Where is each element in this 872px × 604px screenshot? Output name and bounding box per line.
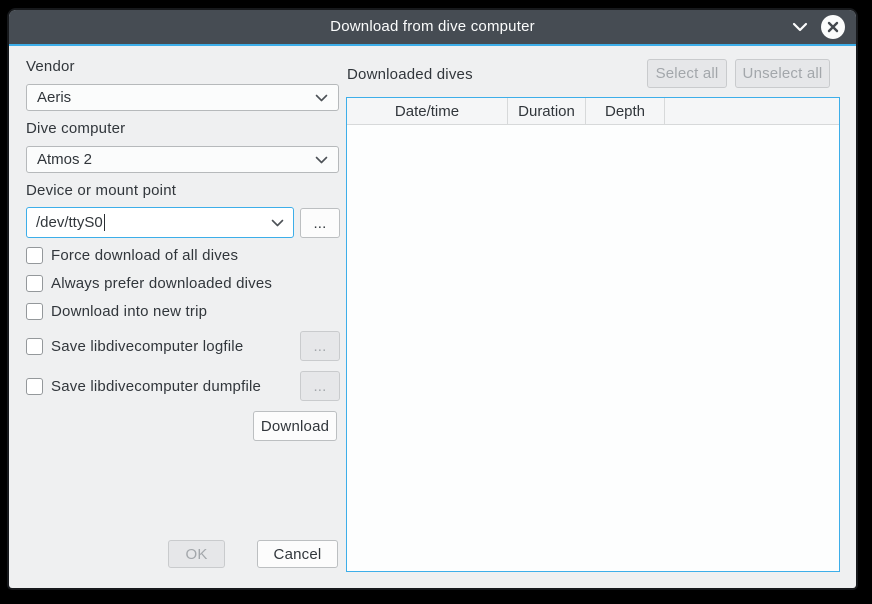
download-button[interactable]: Download [253, 411, 337, 441]
dive-computer-label: Dive computer [26, 120, 125, 137]
vendor-select[interactable]: Aeris [26, 84, 339, 111]
vendor-label: Vendor [26, 58, 75, 75]
unselect-all-button[interactable]: Unselect all [735, 59, 830, 88]
force-download-checkbox-row[interactable]: Force download of all dives [26, 247, 238, 264]
save-logfile-checkbox-row[interactable]: Save libdivecomputer logfile [26, 338, 243, 355]
logfile-browse-button[interactable]: ... [300, 331, 340, 361]
chevron-down-icon [271, 214, 284, 231]
checkbox-unchecked[interactable] [26, 303, 43, 320]
checkbox-label: Force download of all dives [51, 247, 238, 264]
chevron-down-icon[interactable] [792, 22, 808, 32]
new-trip-checkbox-row[interactable]: Download into new trip [26, 303, 207, 320]
checkbox-label: Save libdivecomputer logfile [51, 338, 243, 355]
checkbox-unchecked[interactable] [26, 378, 43, 395]
titlebar-controls [792, 10, 845, 44]
downloaded-dives-table[interactable]: Date/time Duration Depth [346, 97, 840, 572]
dumpfile-browse-button[interactable]: ... [300, 371, 340, 401]
chevron-down-icon [315, 156, 328, 164]
chevron-down-icon [315, 94, 328, 102]
checkbox-unchecked[interactable] [26, 247, 43, 264]
device-label: Device or mount point [26, 182, 176, 199]
close-button[interactable] [821, 15, 845, 39]
dive-computer-select-value: Atmos 2 [37, 151, 92, 168]
table-header-row: Date/time Duration Depth [347, 98, 839, 125]
column-header-depth[interactable]: Depth [586, 98, 665, 124]
column-header-duration[interactable]: Duration [508, 98, 586, 124]
dive-computer-select[interactable]: Atmos 2 [26, 146, 339, 173]
column-header-spacer [665, 98, 839, 124]
vendor-select-value: Aeris [37, 89, 71, 106]
titlebar[interactable]: Download from dive computer [9, 10, 856, 44]
checkbox-label: Download into new trip [51, 303, 207, 320]
titlebar-accent-line [9, 44, 856, 46]
window-title: Download from dive computer [9, 10, 856, 44]
checkbox-label: Save libdivecomputer dumpfile [51, 378, 261, 395]
checkbox-unchecked[interactable] [26, 338, 43, 355]
text-caret [104, 214, 105, 231]
device-value: /dev/ttyS0 [36, 214, 105, 232]
prefer-downloaded-checkbox-row[interactable]: Always prefer downloaded dives [26, 275, 272, 292]
download-dialog: Download from dive computer Vendor Aeris… [9, 10, 856, 588]
ok-button[interactable]: OK [168, 540, 225, 568]
device-combobox[interactable]: /dev/ttyS0 [26, 207, 294, 238]
table-body-empty[interactable] [347, 125, 839, 571]
checkbox-unchecked[interactable] [26, 275, 43, 292]
device-browse-button[interactable]: ... [300, 208, 340, 238]
select-all-button[interactable]: Select all [647, 59, 727, 88]
save-dumpfile-checkbox-row[interactable]: Save libdivecomputer dumpfile [26, 378, 261, 395]
downloaded-dives-heading: Downloaded dives [347, 66, 473, 83]
cancel-button[interactable]: Cancel [257, 540, 338, 568]
checkbox-label: Always prefer downloaded dives [51, 275, 272, 292]
column-header-datetime[interactable]: Date/time [347, 98, 508, 124]
